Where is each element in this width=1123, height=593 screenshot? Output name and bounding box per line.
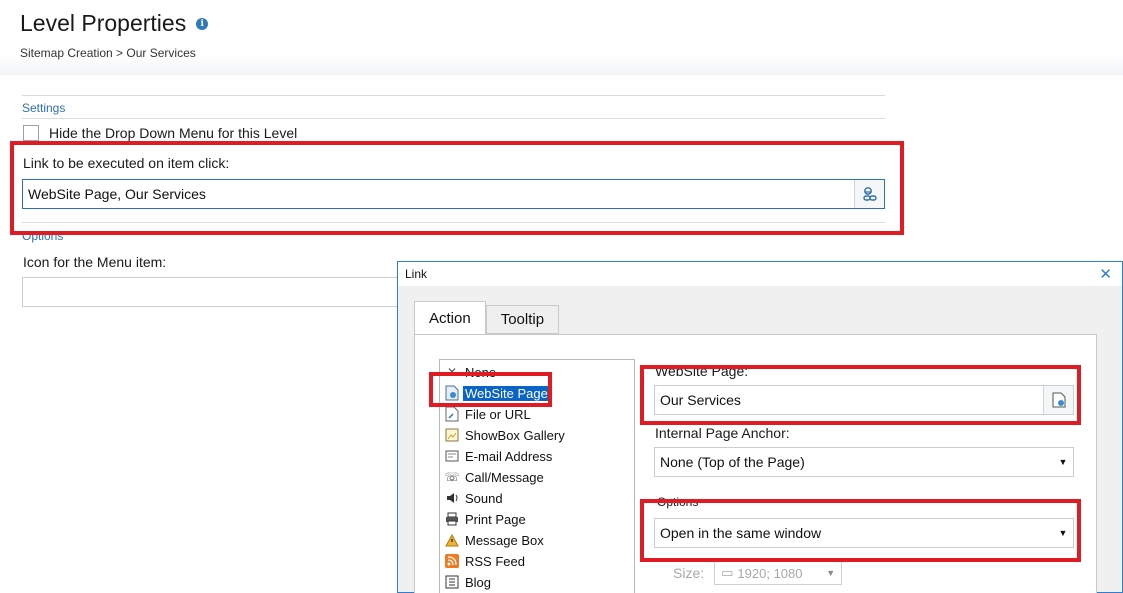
chevron-down-icon: ▼	[1058, 457, 1068, 467]
size-row: Size: ▭ 1920; 1080 ▼	[673, 561, 843, 585]
close-icon[interactable]: ✕	[1099, 265, 1112, 283]
dialog-tabs: Action Tooltip	[414, 301, 560, 335]
settings-top-divider	[22, 95, 885, 96]
highlight-link-setting	[10, 141, 904, 235]
chevron-down-icon: ▼	[826, 568, 836, 578]
blog-icon	[444, 574, 460, 590]
list-item-label: ShowBox Gallery	[465, 427, 565, 443]
dialog-title: Link	[405, 267, 428, 281]
list-item-label: E-mail Address	[465, 448, 553, 464]
list-item-label: Blog	[465, 574, 492, 590]
highlight-website-page-field	[640, 365, 1081, 425]
highlight-options-select	[640, 499, 1081, 562]
rss-icon	[444, 553, 460, 569]
sound-icon	[444, 490, 460, 506]
icon-field[interactable]	[22, 277, 422, 307]
list-item[interactable]: Message Box	[444, 530, 546, 550]
size-label: Size:	[673, 565, 705, 581]
list-item[interactable]: ShowBox Gallery	[444, 425, 567, 445]
hide-dropdown-label: Hide the Drop Down Menu for this Level	[49, 125, 298, 141]
gallery-icon	[444, 427, 460, 443]
level-properties-page: Level Properties i Sitemap Creation > Ou…	[0, 0, 1123, 593]
list-item-label: Sound	[465, 490, 503, 506]
settings-section-label: Settings	[22, 101, 66, 115]
list-item-label: RSS Feed	[465, 553, 525, 569]
list-item-label: Print Page	[465, 511, 526, 527]
warning-icon	[444, 532, 460, 548]
tab-action[interactable]: Action	[414, 301, 486, 335]
hide-dropdown-checkbox[interactable]	[23, 125, 39, 141]
phone-icon: ☏	[444, 470, 460, 484]
size-select[interactable]: ▭ 1920; 1080 ▼	[714, 561, 843, 585]
settings-divider	[22, 118, 885, 119]
list-item[interactable]: Blog	[444, 572, 493, 592]
header-divider	[0, 74, 1123, 75]
print-icon	[444, 511, 460, 527]
list-item-label: Call/Message	[465, 469, 544, 485]
list-item[interactable]: File or URL	[444, 404, 533, 424]
list-item[interactable]: ☏ Call/Message	[444, 467, 546, 487]
list-item-label: File or URL	[465, 406, 531, 422]
email-icon	[444, 448, 460, 464]
monitor-icon: ▭	[721, 565, 734, 580]
anchor-select[interactable]: None (Top of the Page) ▼	[654, 447, 1074, 477]
anchor-value: None (Top of the Page)	[660, 454, 805, 470]
breadcrumb: Sitemap Creation > Our Services	[20, 46, 196, 60]
page-title: Level Properties	[20, 10, 187, 36]
highlight-website-page-item	[429, 372, 552, 407]
list-item-label: Message Box	[465, 532, 544, 548]
dialog-titlebar: Link ✕	[398, 262, 1122, 286]
size-value: 1920; 1080	[737, 565, 803, 581]
title-row: Level Properties i	[20, 10, 209, 37]
page-header: Level Properties i Sitemap Creation > Ou…	[0, 0, 1123, 75]
list-item[interactable]: RSS Feed	[444, 551, 527, 571]
list-item[interactable]: Sound	[444, 488, 505, 508]
tab-tooltip[interactable]: Tooltip	[485, 305, 560, 334]
info-icon[interactable]: i	[196, 17, 209, 30]
list-item[interactable]: E-mail Address	[444, 446, 554, 466]
list-item[interactable]: Print Page	[444, 509, 528, 529]
anchor-label: Internal Page Anchor:	[655, 425, 790, 441]
file-url-icon	[444, 406, 460, 422]
icon-label: Icon for the Menu item:	[23, 254, 167, 270]
